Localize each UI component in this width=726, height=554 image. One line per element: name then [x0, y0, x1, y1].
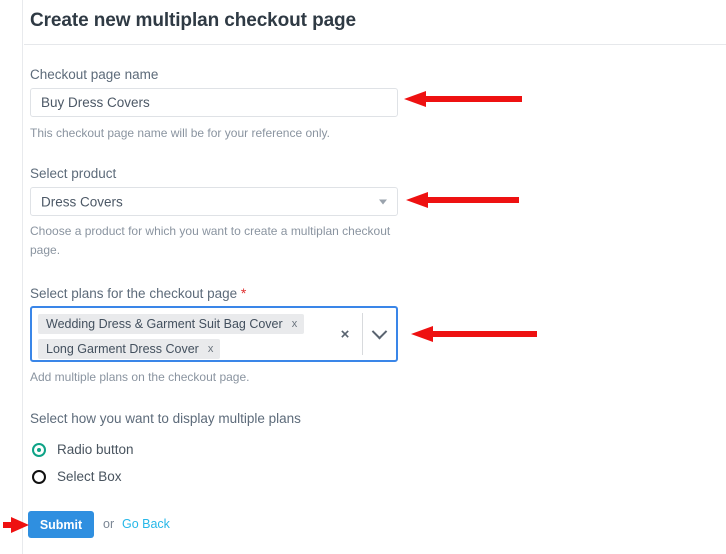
chevron-glyph — [371, 323, 388, 339]
radio-icon-unselected — [32, 469, 46, 484]
select-product-value: Dress Covers — [41, 194, 123, 209]
arrow-to-submit-button — [3, 517, 29, 533]
selected-plan-chips: Wedding Dress & Garment Suit Bag Cover x… — [38, 314, 338, 364]
chevron-down-icon[interactable] — [363, 323, 396, 340]
clear-all-icon[interactable]: × — [328, 327, 362, 342]
submit-button[interactable]: Submit — [28, 511, 94, 538]
remove-chip-icon[interactable]: x — [208, 342, 214, 356]
chevron-down-icon — [379, 199, 387, 204]
plan-chip-label: Long Garment Dress Cover — [46, 342, 199, 356]
required-marker: * — [240, 285, 247, 301]
plan-chip-label: Wedding Dress & Garment Suit Bag Cover — [46, 317, 283, 331]
select-plans-multiselect[interactable]: Wedding Dress & Garment Suit Bag Cover x… — [30, 306, 398, 362]
radio-option-select-box[interactable]: Select Box — [32, 469, 122, 484]
title-divider — [24, 44, 726, 45]
or-label: or — [103, 517, 115, 531]
plan-chip[interactable]: Long Garment Dress Cover x — [38, 339, 221, 359]
go-back-link[interactable]: Go Back — [122, 517, 170, 531]
plan-chip[interactable]: Wedding Dress & Garment Suit Bag Cover x — [38, 314, 305, 334]
select-plans-label: Select plans for the checkout page * — [30, 285, 246, 301]
select-product-dropdown[interactable]: Dress Covers — [30, 187, 398, 216]
checkout-page-name-input[interactable] — [30, 88, 398, 117]
select-plans-help: Add multiple plans on the checkout page. — [30, 370, 250, 384]
select-product-label: Select product — [30, 166, 117, 181]
checkout-page-name-label: Checkout page name — [30, 67, 159, 82]
radio-option-label: Select Box — [57, 469, 122, 484]
display-mode-label: Select how you want to display multiple … — [30, 411, 301, 426]
multiselect-actions: × — [328, 308, 396, 360]
select-product-help: Choose a product for which you want to c… — [30, 224, 391, 257]
radio-option-label: Radio button — [57, 442, 134, 457]
checkout-page-form: Create new multiplan checkout page Check… — [0, 0, 726, 554]
radio-icon-selected — [32, 442, 46, 457]
arrow-to-plans-field — [411, 326, 537, 342]
arrow-to-product-field — [406, 192, 519, 208]
arrow-to-name-field — [404, 91, 522, 107]
checkout-page-name-help: This checkout page name will be for your… — [30, 126, 330, 140]
remove-chip-icon[interactable]: x — [292, 317, 298, 331]
left-border-rule — [22, 0, 23, 554]
select-plans-label-text: Select plans for the checkout page — [30, 286, 238, 301]
radio-option-radio-button[interactable]: Radio button — [32, 442, 134, 457]
page-title: Create new multiplan checkout page — [30, 10, 357, 31]
